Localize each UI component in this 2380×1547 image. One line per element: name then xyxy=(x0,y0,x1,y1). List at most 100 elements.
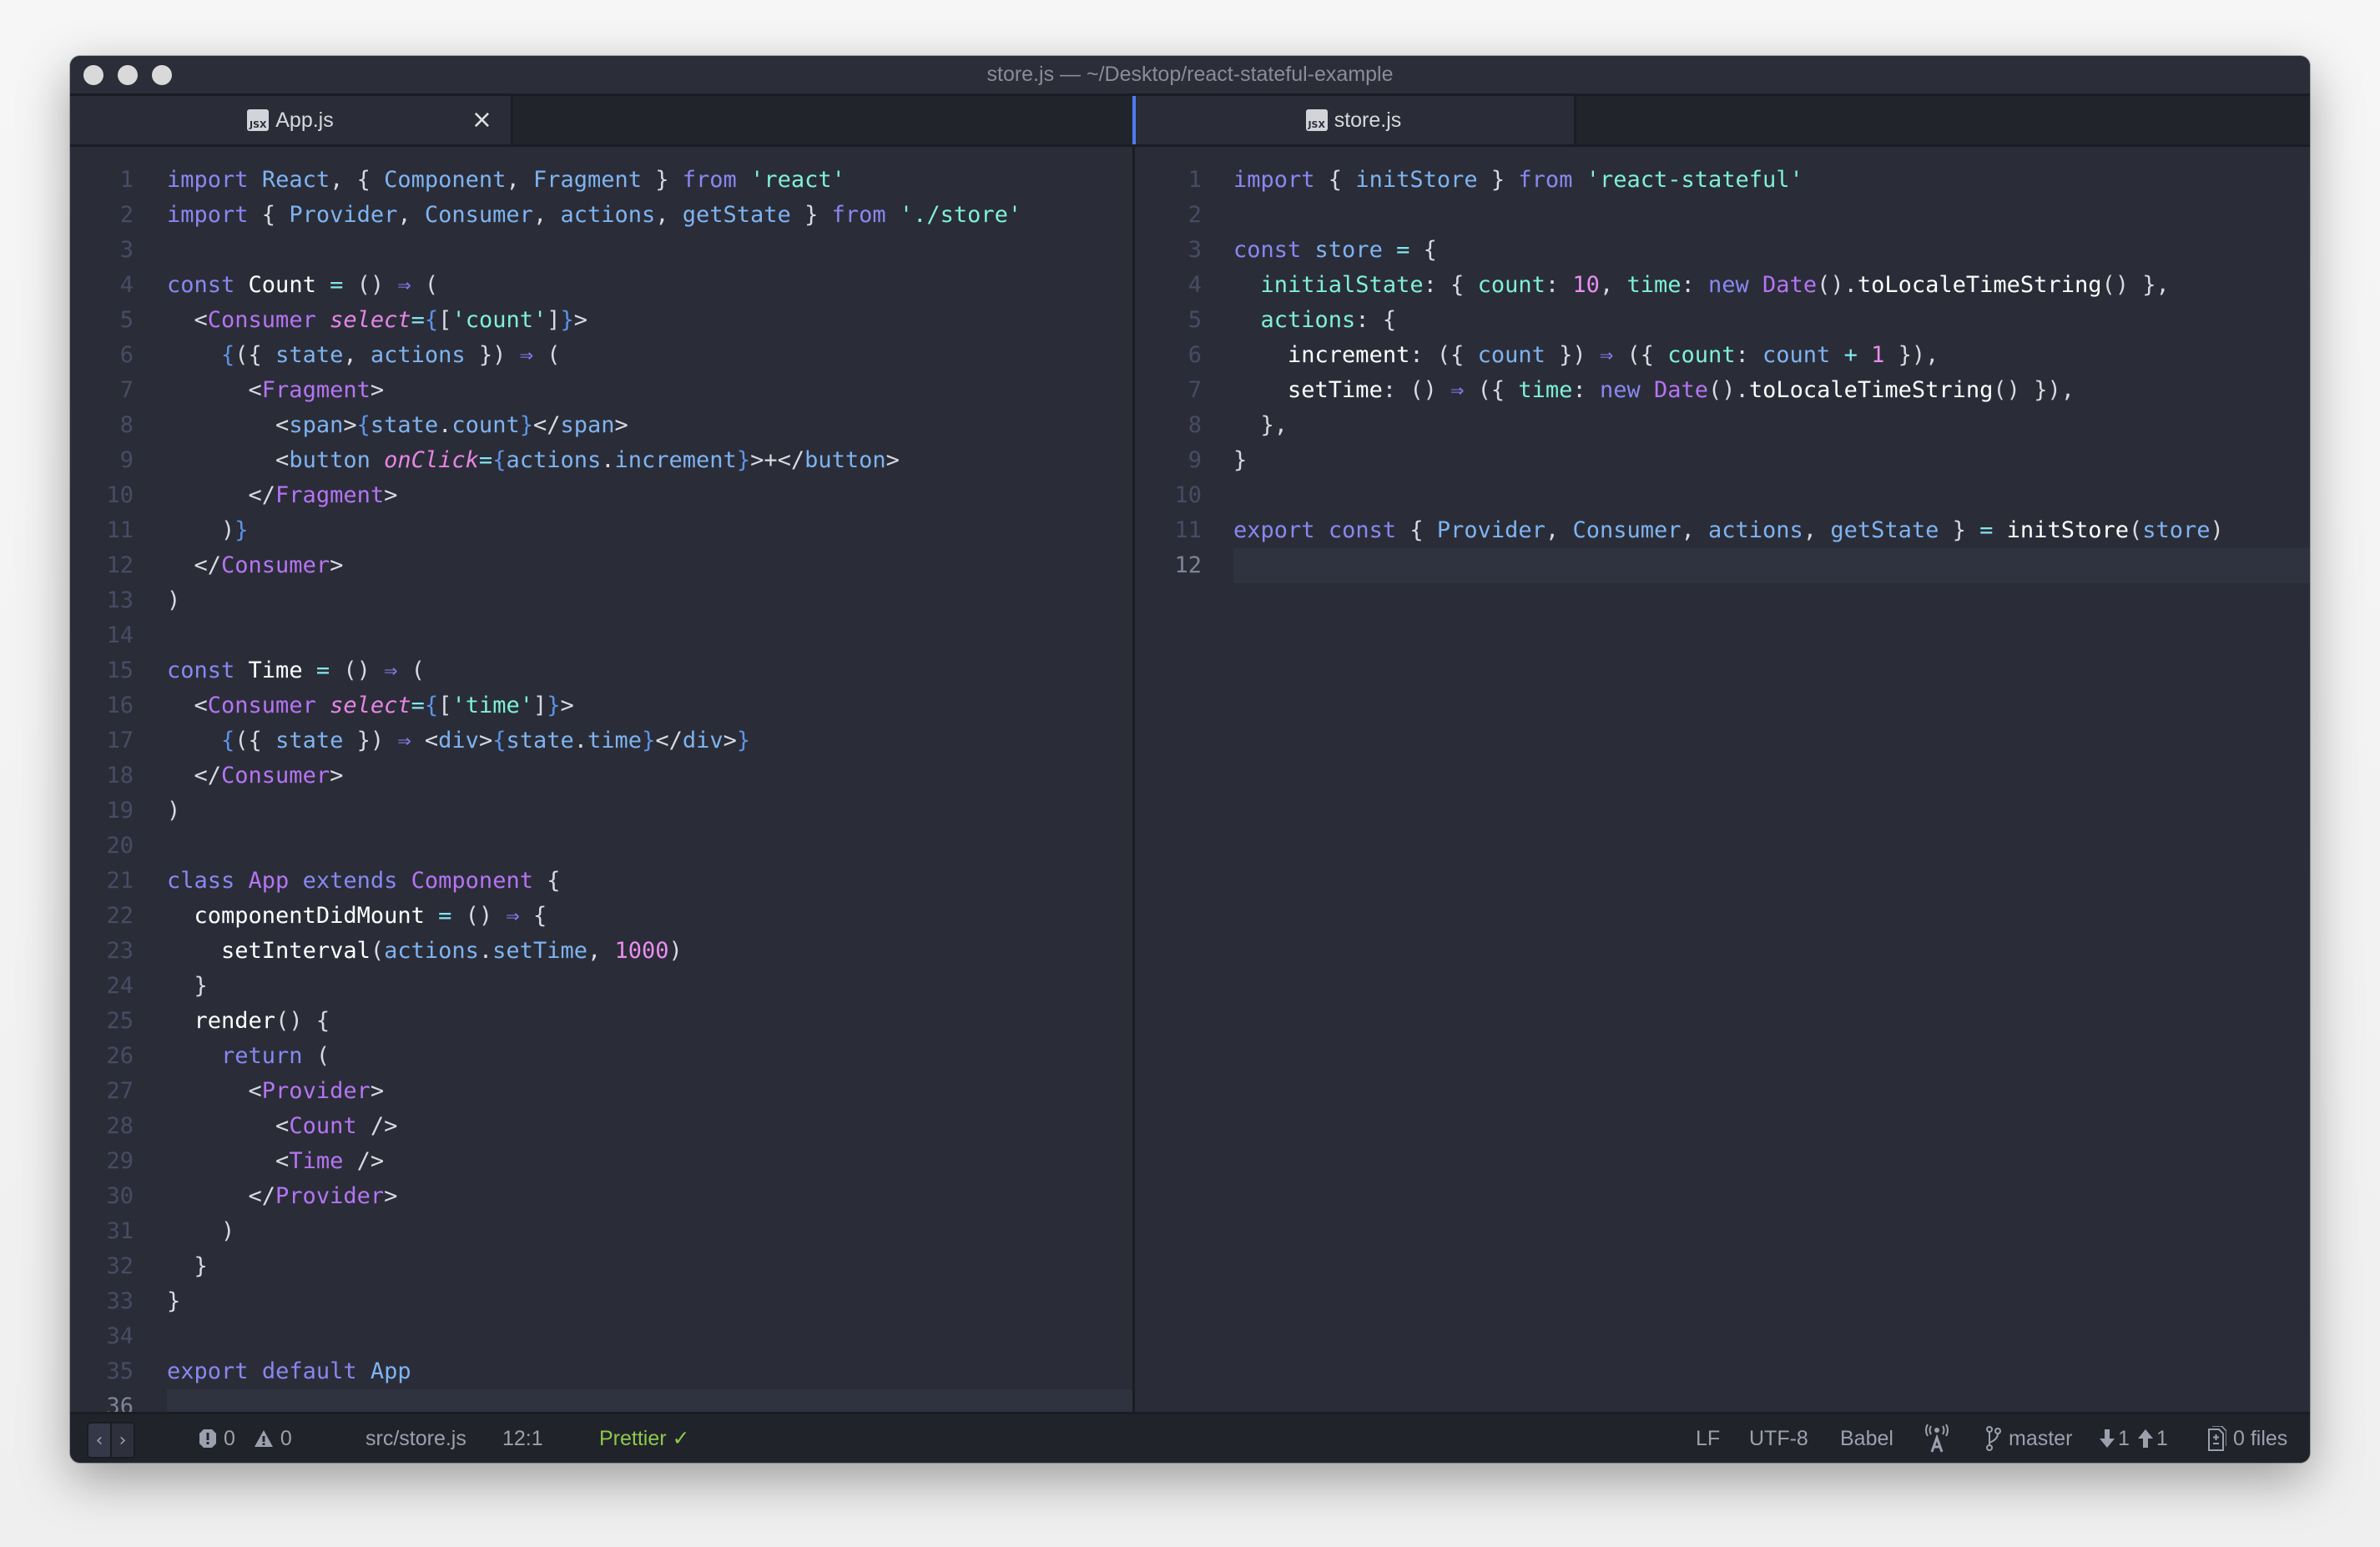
code-line[interactable]: 33} xyxy=(70,1284,1132,1319)
code-line[interactable]: 15 const Time = () ⇒ ( xyxy=(70,653,1132,688)
code-token: , xyxy=(506,167,533,193)
editor-pane-store-js[interactable]: 1 import { initStore } from 'react-statef… xyxy=(1135,147,2310,1412)
cursor-position[interactable]: 12:1 xyxy=(502,1414,543,1463)
code-line[interactable]: 16 <Consumer select={['time']}> xyxy=(70,688,1132,723)
code-token: actions xyxy=(1260,307,1356,333)
code-line[interactable]: 18 </Consumer> xyxy=(70,758,1132,794)
code-token: new xyxy=(1708,272,1749,298)
code-line[interactable]: 14 xyxy=(70,618,1132,653)
code-line[interactable]: 27 <Provider> xyxy=(70,1074,1132,1109)
code-line[interactable]: 24 } xyxy=(70,969,1132,1004)
code-token: } xyxy=(547,693,561,718)
line-number: 28 xyxy=(106,1113,134,1139)
code-line[interactable]: 3 xyxy=(70,233,1132,268)
minimize-window-button[interactable] xyxy=(118,65,138,85)
code-token: from xyxy=(682,167,737,193)
code-line[interactable]: 6 increment: ({ count }) ⇒ ({ count: cou… xyxy=(1135,338,2310,373)
git-sync[interactable]: 1 1 xyxy=(2100,1414,2168,1463)
code-line[interactable]: 5 <Consumer select={['count']}> xyxy=(70,303,1132,338)
code-line[interactable]: 1 import React, { Component, Fragment } f… xyxy=(70,163,1132,198)
code-line[interactable]: 8 }, xyxy=(1135,408,2310,443)
code-line[interactable]: 7 <Fragment> xyxy=(70,373,1132,408)
code-token: button xyxy=(289,447,371,473)
git-changed-files[interactable]: 0 files xyxy=(2208,1414,2287,1463)
code-line[interactable]: 9 <button onClick={actions.increment}>+<… xyxy=(70,443,1132,478)
line-code: <span>{state.count}</span> xyxy=(167,408,628,443)
code-line[interactable]: 34 xyxy=(70,1319,1132,1354)
code-line[interactable]: 17 {({ state }) ⇒ <div>{state.time}</div… xyxy=(70,723,1132,758)
line-code: import React, { Component, Fragment } fr… xyxy=(167,163,845,198)
code-line[interactable]: 2 import { Provider, Consumer, actions, g… xyxy=(70,198,1132,233)
code-line[interactable]: 35 export default App xyxy=(70,1354,1132,1389)
code-line[interactable]: 11 export const { Provider, Consumer, act… xyxy=(1135,513,2310,548)
code-line[interactable]: 20 xyxy=(70,829,1132,864)
code-line[interactable]: 7 setTime: () ⇒ ({ time: new Date().toLo… xyxy=(1135,373,2310,408)
forward-button[interactable]: › xyxy=(110,1424,134,1457)
diagnostics[interactable]: 0 0 xyxy=(199,1414,292,1463)
code-line[interactable]: 4 const Count = () ⇒ ( xyxy=(70,268,1132,303)
line-number: 1 xyxy=(1187,167,1202,193)
code-line[interactable]: 23 setInterval(actions.setTime, 1000) xyxy=(70,934,1132,969)
code-line[interactable]: 12 xyxy=(1135,548,2310,583)
tab-app-js[interactable]: JSX App.js × xyxy=(70,96,513,144)
code-token: setTime xyxy=(492,938,587,964)
line-ending[interactable]: LF xyxy=(1696,1414,1720,1463)
prettier-status[interactable]: Prettier ✓ xyxy=(599,1414,689,1463)
zoom-window-button[interactable] xyxy=(152,65,172,85)
back-button[interactable]: ‹ xyxy=(88,1424,110,1457)
code-line[interactable]: 6 {({ state, actions }) ⇒ ( xyxy=(70,338,1132,373)
code-line[interactable]: 29 <Time /> xyxy=(70,1144,1132,1179)
code-line[interactable]: 25 render() { xyxy=(70,1004,1132,1039)
code-token: actions xyxy=(560,202,656,228)
code-line[interactable]: 32 } xyxy=(70,1249,1132,1284)
code-line[interactable]: 3 const store = { xyxy=(1135,233,2310,268)
editor-pane-app-js[interactable]: 1 import React, { Component, Fragment } f… xyxy=(70,147,1132,1412)
code-token: { xyxy=(221,342,235,368)
code-line[interactable]: 28 <Count /> xyxy=(70,1109,1132,1144)
jsx-file-icon: JSX xyxy=(247,109,270,131)
code-token: Provider xyxy=(261,1078,371,1104)
code-line[interactable]: 19) xyxy=(70,794,1132,829)
code-line[interactable]: 10 </Fragment> xyxy=(70,478,1132,513)
code-line[interactable]: 5 actions: { xyxy=(1135,303,2310,338)
file-encoding[interactable]: UTF-8 xyxy=(1749,1414,1808,1463)
code-line[interactable]: 1 import { initStore } from 'react-statef… xyxy=(1135,163,2310,198)
line-number: 10 xyxy=(106,482,134,508)
code-line[interactable]: 30 </Provider> xyxy=(70,1179,1132,1214)
code-line[interactable]: 11 )} xyxy=(70,513,1132,548)
code-token: { xyxy=(532,868,561,894)
code-line[interactable]: 12 </Consumer> xyxy=(70,548,1132,583)
code-line[interactable]: 21 class App extends Component { xyxy=(70,864,1132,899)
code-token: const xyxy=(1328,517,1397,543)
code-token: actions xyxy=(506,447,602,473)
code-token: div xyxy=(682,728,724,753)
code-line[interactable]: 36 xyxy=(70,1389,1132,1412)
close-tab-icon[interactable]: × xyxy=(471,96,492,144)
code-token: . xyxy=(573,728,588,753)
code-token: : xyxy=(1572,377,1600,403)
code-line[interactable]: 4 initialState: { count: 10, time: new D… xyxy=(1135,268,2310,303)
code-token: ⇒ xyxy=(519,342,533,368)
code-line[interactable]: 22 componentDidMount = () ⇒ { xyxy=(70,899,1132,934)
teletype-icon[interactable] xyxy=(1924,1414,1949,1463)
code-token: ) xyxy=(2210,517,2224,543)
code-token: store xyxy=(1314,237,1383,263)
git-branch[interactable]: master xyxy=(1985,1414,2072,1463)
code-line[interactable]: 8 <span>{state.count}</span> xyxy=(70,408,1132,443)
file-path[interactable]: src/store.js xyxy=(366,1414,466,1463)
code-line[interactable]: 13) xyxy=(70,583,1132,618)
code-line[interactable]: 2 xyxy=(1135,198,2310,233)
code-line[interactable]: 31 ) xyxy=(70,1214,1132,1249)
code-token: 10 xyxy=(1572,272,1600,298)
code-token: > xyxy=(614,412,628,438)
code-line[interactable]: 9} xyxy=(1135,443,2310,478)
tab-store-js[interactable]: JSX store.js xyxy=(1133,96,1576,144)
code-line[interactable]: 26 return ( xyxy=(70,1039,1132,1074)
code-token: > xyxy=(885,447,900,473)
grammar-selector[interactable]: Babel xyxy=(1840,1414,1893,1463)
close-window-button[interactable] xyxy=(83,65,103,85)
code-line[interactable]: 10 xyxy=(1135,478,2310,513)
